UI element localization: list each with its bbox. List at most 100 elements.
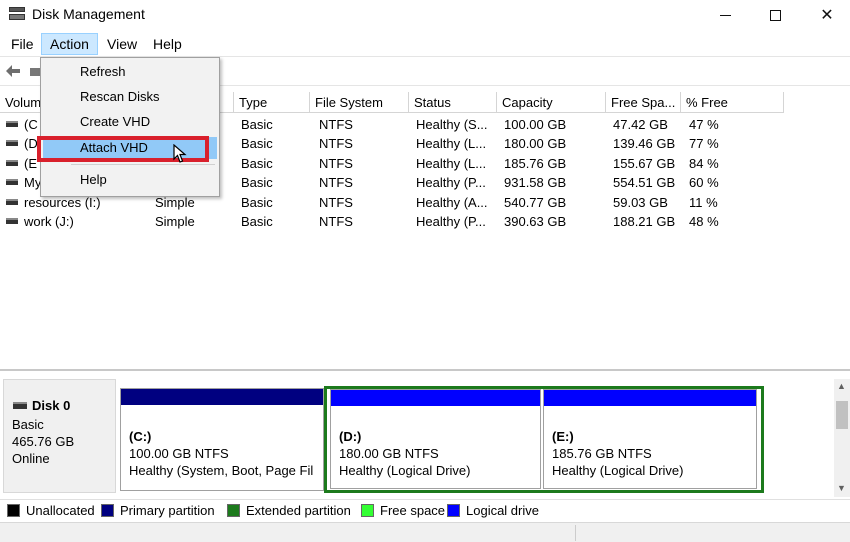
menu-item-help[interactable]: Help: [41, 169, 219, 191]
partition-d[interactable]: (D:) 180.00 GB NTFS Healthy (Logical Dri…: [330, 389, 541, 489]
cell-volume: (D: [24, 136, 38, 152]
vertical-scrollbar[interactable]: ▲ ▼: [834, 379, 850, 497]
back-arrow-icon[interactable]: [5, 64, 21, 78]
cell-status: Healthy (L...: [416, 136, 487, 152]
cell-pct: 48 %: [689, 214, 719, 229]
scrollbar-thumb[interactable]: [836, 401, 848, 429]
volume-icon: [6, 121, 18, 127]
partition-e[interactable]: (E:) 185.76 GB NTFS Healthy (Logical Dri…: [543, 389, 757, 489]
toolbar-disk-icon[interactable]: [30, 68, 40, 76]
cell-status: Healthy (P...: [416, 214, 486, 229]
menu-item-create-vhd[interactable]: Create VHD: [41, 111, 219, 133]
cell-status: Healthy (A...: [416, 194, 488, 210]
cell-volume: work (J:): [24, 214, 74, 229]
column-file-system[interactable]: File System: [310, 92, 409, 113]
volume-icon: [6, 159, 18, 166]
disk-size: 465.76 GB: [12, 434, 75, 449]
column-type[interactable]: Type: [234, 92, 310, 113]
cell-free: 59.03 GB: [613, 194, 668, 210]
partition-name: (D:): [339, 429, 362, 444]
column-percent-free[interactable]: % Free: [681, 92, 784, 113]
window-title: Disk Management: [32, 6, 145, 22]
maximize-icon: [769, 9, 781, 21]
cell-pct: 84 %: [689, 155, 719, 171]
cell-layout: Simple: [155, 214, 195, 229]
volume-icon: [6, 218, 18, 224]
cell-fs: NTFS: [319, 136, 353, 152]
legend-swatch: [101, 504, 114, 517]
table-row[interactable]: work (J:) Simple Basic NTFS Healthy (P... 390…: [0, 212, 850, 231]
mouse-pointer-icon: [173, 143, 187, 164]
legend: Unallocated Primary partition Extended p…: [0, 499, 850, 521]
cell-volume: My: [24, 175, 42, 191]
legend-item-free-space: Free space: [361, 503, 445, 519]
disk-0-info[interactable]: Disk 0 Basic 465.76 GB Online: [3, 379, 116, 493]
cell-status: Healthy (P...: [416, 175, 486, 191]
scroll-down-icon[interactable]: ▼: [837, 483, 846, 493]
cell-type: Basic: [241, 136, 273, 152]
disk-management-icon: [9, 7, 25, 21]
menu-item-rescan-disks[interactable]: Rescan Disks: [41, 86, 219, 108]
partition-status: Healthy (Logical Drive): [552, 463, 684, 478]
volume-icon: [6, 198, 18, 205]
status-bar: [0, 522, 850, 542]
action-dropdown-menu: Refresh Rescan Disks Create VHD Attach V…: [37, 57, 220, 197]
cell-volume: (C: [24, 117, 38, 132]
cell-fs: NTFS: [319, 117, 353, 132]
partition-bar: [544, 390, 756, 406]
menu-item-refresh[interactable]: Refresh: [41, 61, 219, 83]
cell-capacity: 931.58 GB: [504, 175, 567, 191]
maximize-button[interactable]: [752, 0, 798, 30]
partition-status: Healthy (Logical Drive): [339, 463, 471, 478]
disk-icon: [13, 402, 27, 409]
minimize-icon: [719, 14, 731, 16]
cell-free: 139.46 GB: [613, 136, 676, 152]
legend-item-primary-partition: Primary partition: [101, 503, 215, 519]
title-bar: Disk Management ✕: [0, 0, 850, 30]
cell-free: 554.51 GB: [613, 175, 676, 191]
cell-fs: NTFS: [319, 155, 353, 171]
cell-free: 155.67 GB: [613, 155, 676, 171]
partition-size: 185.76 GB NTFS: [552, 446, 652, 461]
menu-action[interactable]: Action: [41, 33, 98, 55]
partition-bar: [121, 389, 323, 405]
disk-state: Online: [12, 451, 50, 466]
partition-c[interactable]: (C:) 100.00 GB NTFS Healthy (System, Boo…: [120, 388, 324, 491]
scroll-up-icon[interactable]: ▲: [837, 381, 846, 391]
partition-size: 180.00 GB NTFS: [339, 446, 439, 461]
legend-swatch: [227, 504, 240, 517]
column-capacity[interactable]: Capacity: [497, 92, 606, 113]
partition-size: 100.00 GB NTFS: [129, 446, 229, 461]
partition-bar: [331, 390, 540, 406]
cell-free: 47.42 GB: [613, 117, 668, 132]
cell-fs: NTFS: [319, 214, 353, 229]
menu-bar: File Action View Help: [0, 30, 850, 56]
disk-graphical-view: Disk 0 Basic 465.76 GB Online (C:) 100.0…: [0, 374, 850, 498]
cell-pct: 60 %: [689, 175, 719, 191]
column-status[interactable]: Status: [409, 92, 497, 113]
cell-capacity: 540.77 GB: [504, 194, 567, 210]
close-button[interactable]: ✕: [804, 0, 850, 30]
menu-file[interactable]: File: [3, 33, 42, 55]
cell-status: Healthy (L...: [416, 155, 487, 171]
status-divider: [575, 525, 576, 541]
volume-icon: [6, 140, 18, 147]
cell-volume: (E: [24, 155, 37, 171]
cell-type: Basic: [241, 194, 273, 210]
partition-status: Healthy (System, Boot, Page Fil: [129, 463, 314, 478]
menu-help[interactable]: Help: [145, 33, 190, 55]
menu-view[interactable]: View: [99, 33, 145, 55]
cell-status: Healthy (S...: [416, 117, 488, 132]
volume-icon: [6, 179, 18, 186]
column-free-space[interactable]: Free Spa...: [606, 92, 681, 113]
cell-pct: 77 %: [689, 136, 719, 152]
cell-fs: NTFS: [319, 194, 353, 210]
legend-swatch: [7, 504, 20, 517]
legend-item-extended-partition: Extended partition: [227, 503, 351, 519]
cell-capacity: 100.00 GB: [504, 117, 567, 132]
close-icon: ✕: [820, 7, 834, 24]
disk-name: Disk 0: [32, 398, 71, 413]
cell-pct: 11 %: [689, 194, 718, 210]
cell-free: 188.21 GB: [613, 214, 676, 229]
minimize-button[interactable]: [702, 0, 748, 30]
